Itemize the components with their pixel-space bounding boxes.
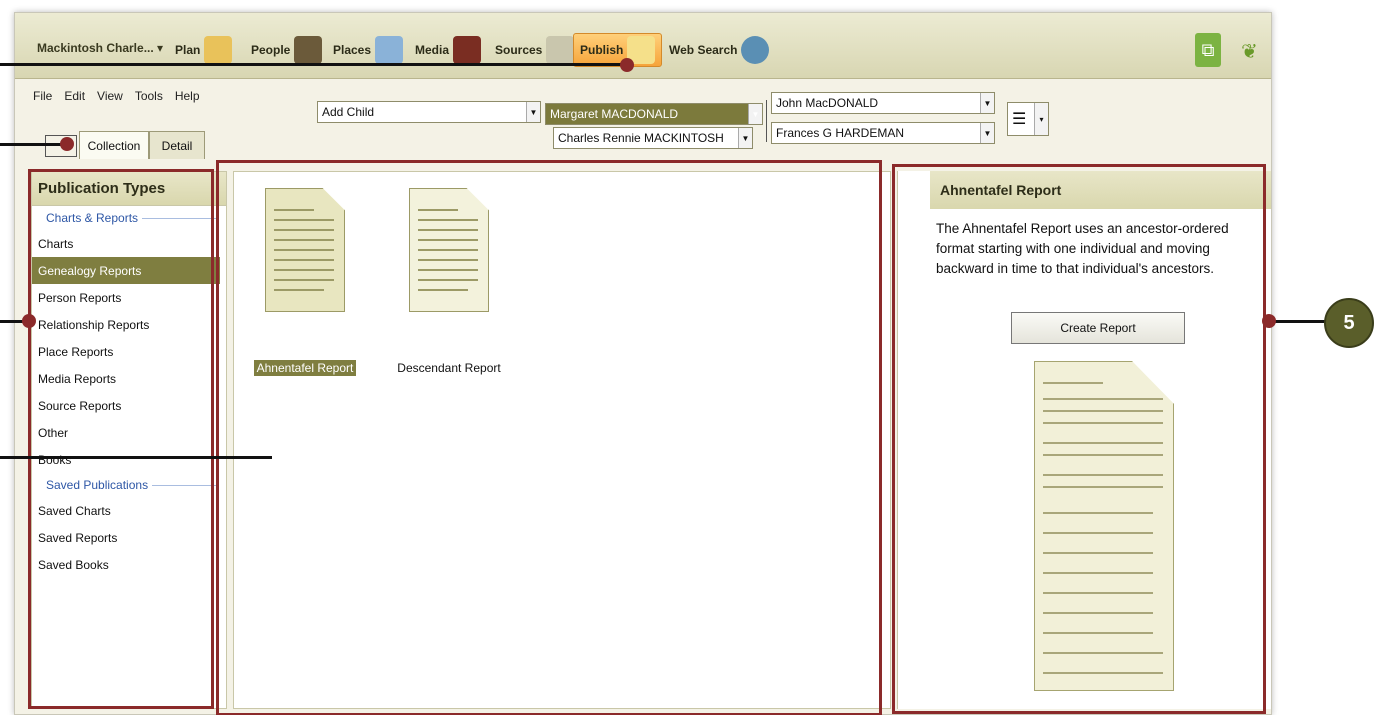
annotation-leader: [0, 143, 66, 146]
tab-detail[interactable]: Detail: [149, 131, 205, 159]
report-tile-descendant[interactable]: Descendant Report: [394, 188, 504, 376]
sources-icon: [546, 36, 575, 64]
chevron-down-icon: ▼: [980, 93, 994, 113]
type-genealogy-reports[interactable]: Genealogy Reports: [32, 257, 220, 284]
people-icon: [294, 36, 323, 64]
report-thumbnail-icon: [265, 188, 345, 312]
tab-collection[interactable]: Collection: [79, 131, 149, 159]
panel-title: Publication Types: [32, 172, 226, 206]
binoculars-icon: [741, 36, 770, 64]
chevron-down-icon: ▼: [738, 128, 752, 148]
pedigree-connector: [766, 100, 767, 142]
create-report-button[interactable]: Create Report: [1011, 312, 1185, 344]
top-navigation-bar: Mackintosh Charle... ▾ Plan People Place…: [15, 13, 1271, 79]
section-charts-reports: Charts & Reports: [32, 206, 226, 230]
nav-web-search[interactable]: Web Search: [669, 33, 770, 67]
report-tile-ahnentafel[interactable]: Ahnentafel Report: [250, 188, 360, 376]
places-icon: [375, 36, 404, 64]
media-icon: [453, 36, 482, 64]
nav-publish[interactable]: Publish: [573, 33, 663, 67]
annotation-dot: [620, 58, 634, 72]
type-person-reports[interactable]: Person Reports: [32, 284, 226, 311]
report-thumbnail-icon: [409, 188, 489, 312]
annotation-dot: [60, 137, 74, 151]
report-label: Ahnentafel Report: [253, 360, 357, 376]
type-source-reports[interactable]: Source Reports: [32, 392, 226, 419]
step-badge: 5: [1324, 298, 1374, 348]
menu-tools[interactable]: Tools: [135, 89, 163, 103]
type-media-reports[interactable]: Media Reports: [32, 365, 226, 392]
section-saved-publications: Saved Publications: [32, 473, 226, 497]
annotation-dot: [1262, 314, 1276, 328]
report-detail-panel: Ahnentafel Report The Ahnentafel Report …: [897, 171, 1271, 709]
parent-dropdown[interactable]: Margaret MACDONALD ▼: [545, 103, 763, 125]
chevron-down-icon: ▼: [980, 123, 994, 143]
family-tree-logo-icon[interactable]: ⧉: [1195, 33, 1221, 67]
mother-dropdown[interactable]: Frances G HARDEMAN ▼: [771, 122, 995, 144]
family-view-button[interactable]: ☰ ▾: [1007, 102, 1049, 136]
plan-icon: [204, 36, 233, 64]
leaf-icon[interactable]: ❦: [1241, 39, 1258, 64]
saved-charts[interactable]: Saved Charts: [32, 497, 226, 524]
report-preview-icon: [1034, 361, 1174, 691]
add-child-dropdown[interactable]: Add Child ▼: [317, 101, 541, 123]
menu-view[interactable]: View: [97, 89, 123, 103]
list-icon: ☰: [1012, 111, 1027, 128]
publication-types-panel: Publication Types Charts & Reports Chart…: [31, 171, 227, 709]
menu-help[interactable]: Help: [175, 89, 200, 103]
chevron-down-icon: ▼: [526, 102, 540, 122]
saved-reports[interactable]: Saved Reports: [32, 524, 226, 551]
saved-books[interactable]: Saved Books: [32, 551, 226, 578]
menu-edit[interactable]: Edit: [64, 89, 85, 103]
report-label: Descendant Report: [397, 361, 501, 375]
report-detail-title: Ahnentafel Report: [930, 171, 1271, 209]
type-other[interactable]: Other: [32, 419, 226, 446]
nav-plan[interactable]: Plan: [175, 33, 233, 67]
nav-sources[interactable]: Sources: [495, 33, 575, 67]
annotation-dot: [22, 314, 36, 328]
father-dropdown[interactable]: John MacDONALD ▼: [771, 92, 995, 114]
type-relationship-reports[interactable]: Relationship Reports: [32, 311, 226, 338]
menu-file[interactable]: File: [33, 89, 52, 103]
menu-bar: File Edit View Tools Help: [33, 89, 200, 103]
app-window: Mackintosh Charle... ▾ Plan People Place…: [14, 12, 1272, 715]
type-place-reports[interactable]: Place Reports: [32, 338, 226, 365]
focus-person-dropdown[interactable]: Charles Rennie MACKINTOSH ▼: [553, 127, 753, 149]
nav-media[interactable]: Media: [415, 33, 482, 67]
reports-gallery: Ahnentafel Report Descendant Report: [233, 171, 891, 709]
type-books[interactable]: Books: [32, 446, 226, 473]
annotation-leader: [0, 456, 272, 459]
type-charts[interactable]: Charts: [32, 230, 226, 257]
chevron-down-icon: ▼: [748, 104, 762, 124]
report-description: The Ahnentafel Report uses an ancestor-o…: [936, 221, 1229, 276]
chevron-down-icon: ▾: [1034, 103, 1048, 135]
nav-places[interactable]: Places: [333, 33, 404, 67]
tree-name-menu[interactable]: Mackintosh Charle... ▾: [37, 41, 163, 55]
nav-people[interactable]: People: [251, 33, 323, 67]
annotation-leader: [0, 63, 625, 66]
